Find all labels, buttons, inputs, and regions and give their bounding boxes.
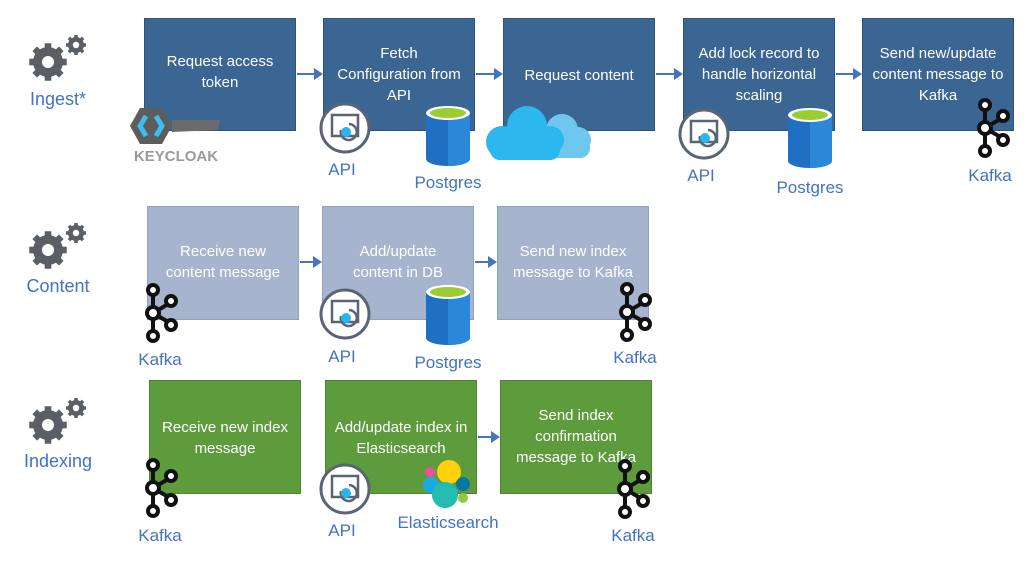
cloud-icon: [482, 104, 592, 162]
postgres-icon: [786, 105, 834, 169]
api-icon: [319, 288, 371, 340]
gears-icon: [26, 395, 90, 447]
api-label: API: [328, 521, 356, 540]
kafka-label: Kafka: [968, 166, 1012, 185]
kafka-icon: [972, 97, 1012, 159]
kafka-icon: [140, 457, 180, 519]
keycloak-logo: KEYCLOAK: [128, 104, 224, 166]
step-text: Send new index message to Kafka: [512, 243, 634, 281]
api-label: API: [687, 166, 715, 185]
api-icon: [678, 108, 730, 160]
kafka-icon: [614, 281, 654, 343]
kafka-icon: [140, 282, 180, 344]
kafka-label: Kafka: [138, 350, 182, 369]
step-text: Receive new content message: [165, 243, 281, 281]
postgres-icon: [424, 103, 472, 167]
row-label-ingest: Ingest*: [29, 89, 87, 109]
postgres-label: Postgres: [414, 353, 482, 372]
gears-icon: [26, 32, 90, 84]
kafka-icon: [612, 458, 652, 520]
arrow: [475, 256, 497, 268]
row-label-content: Content: [26, 276, 90, 296]
kafka-label: Kafka: [611, 526, 655, 545]
gears-icon: [26, 220, 90, 272]
api-label: API: [328, 160, 356, 179]
step-text: Request access token: [166, 53, 274, 91]
step-text: Add/update index in Elasticsearch: [334, 419, 468, 457]
arrow: [297, 68, 323, 80]
postgres-label: Postgres: [776, 178, 844, 197]
step-text: Request content: [524, 67, 634, 84]
step-text: Add/update content in DB: [352, 243, 444, 281]
elasticsearch-label: Elasticsearch: [397, 513, 499, 532]
api-label: API: [328, 347, 356, 366]
kafka-label: Kafka: [138, 526, 182, 545]
svg-text:KEYCLOAK: KEYCLOAK: [134, 148, 218, 165]
arrow: [476, 68, 503, 80]
step-text: Fetch Configuration from API: [337, 45, 461, 104]
arrow: [300, 256, 322, 268]
postgres-icon: [424, 282, 472, 346]
step-text: Receive new index message: [162, 419, 288, 457]
kafka-label: Kafka: [613, 348, 657, 367]
postgres-label: Postgres: [414, 173, 482, 192]
step-text: Add lock record to handle horizontal sca…: [698, 45, 820, 104]
api-icon: [319, 102, 371, 154]
arrow: [656, 68, 683, 80]
pipeline-diagram: Ingest* Content Indexing Request access …: [0, 0, 1031, 568]
api-icon: [319, 463, 371, 515]
arrow: [478, 431, 500, 443]
row-label-indexing: Indexing: [23, 451, 93, 471]
elasticsearch-icon: [421, 460, 471, 510]
arrow: [836, 68, 862, 80]
